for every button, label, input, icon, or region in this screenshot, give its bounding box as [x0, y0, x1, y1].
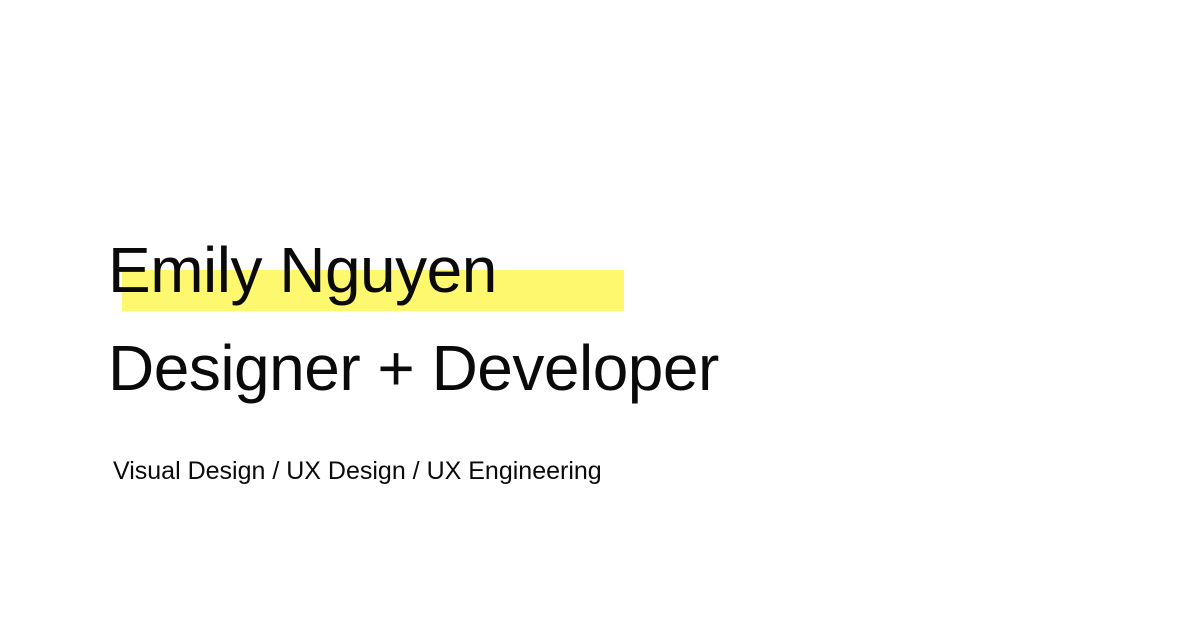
role-title: Designer + Developer [108, 332, 719, 404]
name-block: Emily Nguyen [108, 228, 624, 312]
hero-section: Emily Nguyen Designer + Developer Visual… [0, 0, 1201, 631]
skills-list: Visual Design / UX Design / UX Engineeri… [113, 457, 602, 485]
person-name: Emily Nguyen [108, 234, 497, 306]
